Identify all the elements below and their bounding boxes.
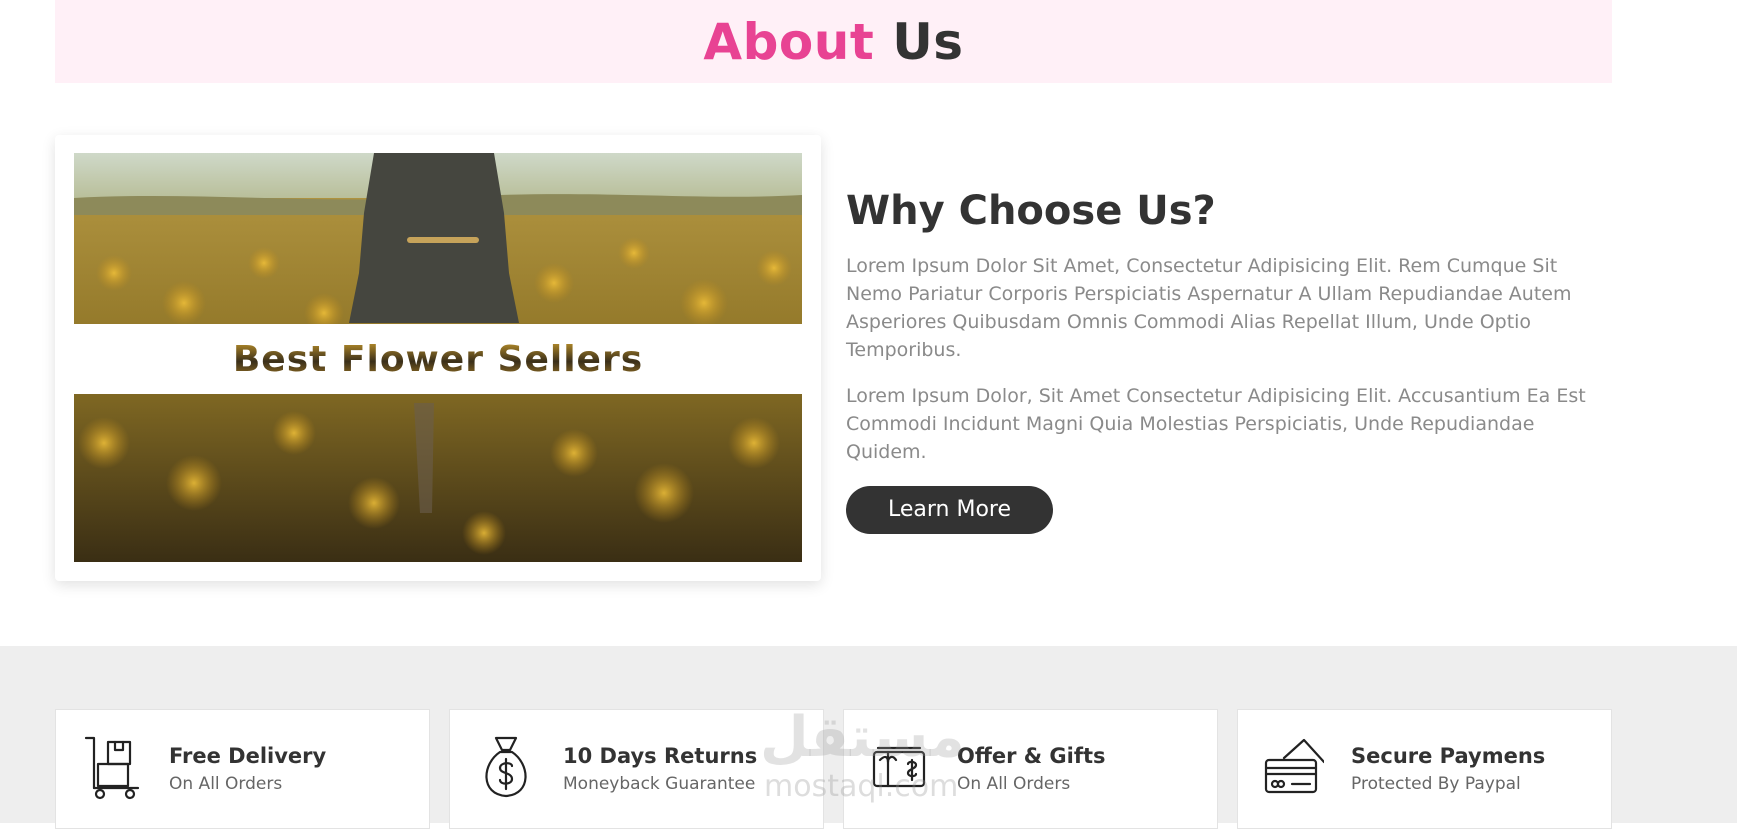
- feature-card-returns: 10 Days Returns Moneyback Guarantee: [449, 709, 824, 829]
- why-choose-us-section: Why Choose Us? Lorem Ipsum Dolor Sit Ame…: [846, 188, 1606, 534]
- about-image-card: Best Flower Sellers: [55, 135, 821, 581]
- about-heading-band: About Us: [55, 0, 1612, 83]
- feature-subtitle: Protected By Paypal: [1351, 774, 1521, 794]
- learn-more-button[interactable]: Learn More: [846, 486, 1053, 534]
- gift-card-icon: [870, 734, 930, 800]
- credit-card-icon: [1264, 734, 1326, 800]
- about-title-accent: About: [703, 12, 875, 71]
- about-title-rest: Us: [892, 12, 964, 71]
- feature-subtitle: On All Orders: [957, 774, 1071, 794]
- feature-subtitle: On All Orders: [169, 774, 283, 794]
- features-section: Free Delivery On All Orders 10 Days Retu…: [0, 646, 1737, 829]
- feature-title: Offer & Gifts: [957, 744, 1106, 768]
- feature-card-offers: Offer & Gifts On All Orders: [843, 709, 1218, 829]
- money-bag-icon: [476, 734, 536, 800]
- feature-card-free-delivery: Free Delivery On All Orders: [55, 709, 430, 829]
- why-heading: Why Choose Us?: [846, 188, 1216, 234]
- why-paragraph-2: Lorem Ipsum Dolor, Sit Amet Consectetur …: [846, 385, 1586, 463]
- feature-title: 10 Days Returns: [563, 744, 758, 768]
- about-title: About Us: [703, 13, 963, 71]
- feature-card-secure-payments: Secure Paymens Protected By Paypal: [1237, 709, 1612, 829]
- why-paragraph-1: Lorem Ipsum Dolor Sit Amet, Consectetur …: [846, 255, 1572, 361]
- feature-subtitle: Moneyback Guarantee: [563, 774, 756, 794]
- delivery-cart-icon: [82, 734, 142, 800]
- best-flower-sellers-banner: Best Flower Sellers: [74, 324, 802, 394]
- banner-text: Best Flower Sellers: [232, 338, 644, 380]
- feature-title: Free Delivery: [169, 744, 327, 768]
- feature-title: Secure Paymens: [1351, 744, 1546, 768]
